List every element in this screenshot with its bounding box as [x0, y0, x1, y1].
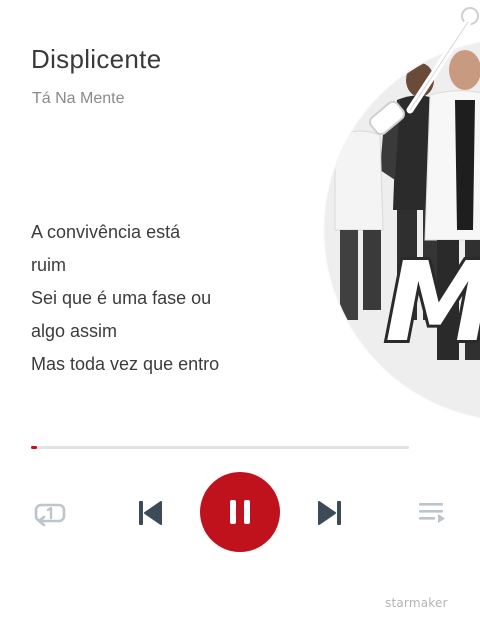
player-screen: Displicente Tá Na Mente A convivência es…: [0, 0, 480, 640]
skip-next-icon: [318, 501, 341, 525]
lyric-line: A convivência está: [31, 222, 181, 242]
playlist-button[interactable]: [412, 496, 452, 530]
lyric-line: Sei que é uma fase ou: [31, 288, 212, 308]
pause-icon: [230, 500, 250, 524]
album-logo-text: Mé: [385, 238, 480, 366]
previous-button[interactable]: [130, 494, 170, 532]
skip-previous-icon: [139, 501, 162, 525]
lyrics-list: A convivência está ruim Sei que é uma fa…: [31, 216, 219, 381]
lyric-line: algo assim: [31, 321, 118, 341]
progress-fill: [31, 446, 37, 449]
progress-bar[interactable]: [31, 446, 409, 449]
next-button[interactable]: [310, 494, 350, 532]
lyric-line: ruim: [31, 255, 66, 275]
song-artist: Tá Na Mente: [32, 90, 125, 107]
pause-button[interactable]: [200, 472, 280, 552]
watermark-logo: starmaker: [385, 596, 448, 610]
tonearm-icon: [369, 7, 479, 136]
repeat-one-button[interactable]: [30, 496, 70, 530]
playlist-icon: [419, 503, 445, 523]
song-title: Displicente: [31, 44, 162, 74]
lyric-line: Mas toda vez que entro: [31, 354, 220, 374]
repeat-one-icon: [34, 503, 66, 527]
